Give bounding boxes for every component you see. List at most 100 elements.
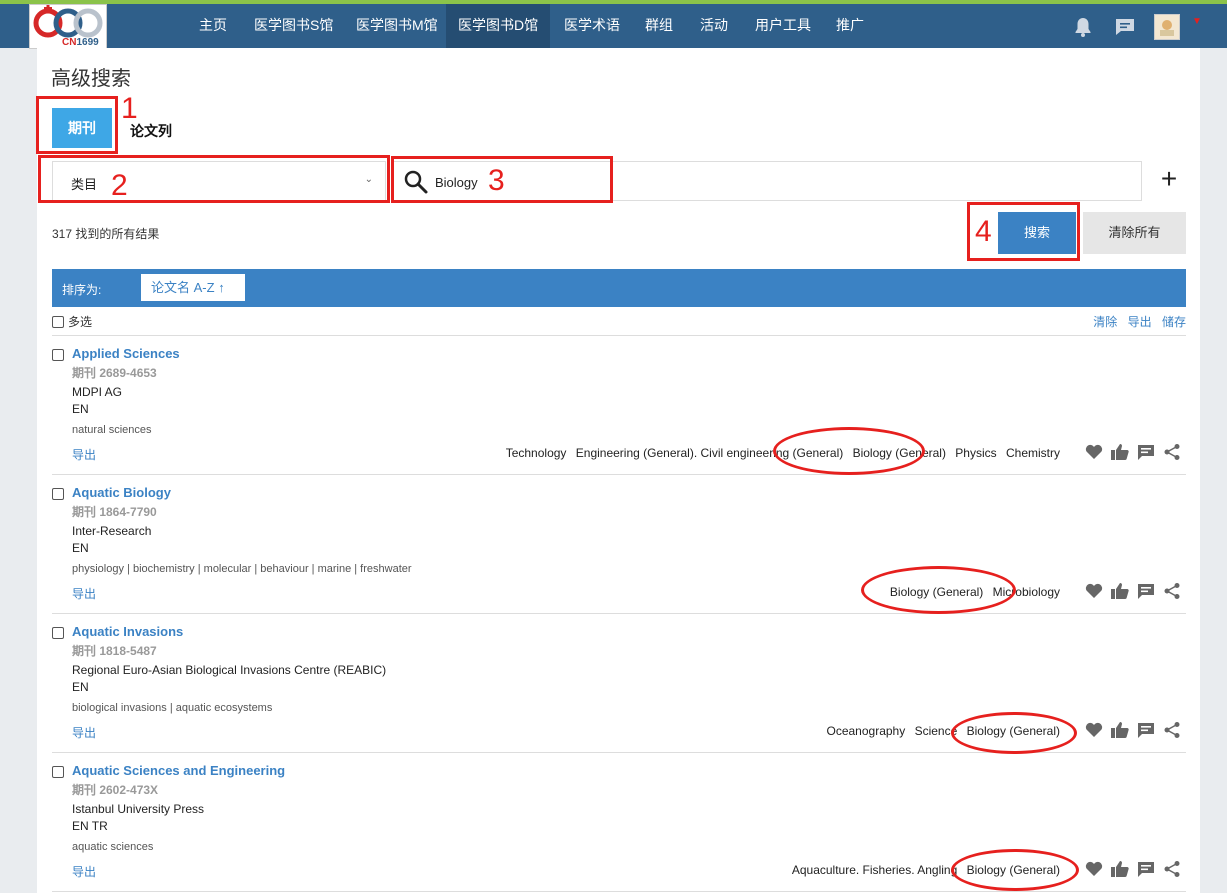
item-actions [1084, 859, 1182, 879]
add-field-button[interactable]: + [1156, 165, 1182, 194]
export-link[interactable]: 导出 [72, 724, 96, 741]
journal-title-link[interactable]: Applied Sciences [72, 346, 180, 361]
journal-publisher: Istanbul University Press [72, 802, 205, 816]
annotation-number-4: 4 [975, 215, 992, 248]
avatar-image-icon [1160, 20, 1174, 36]
nav-home[interactable]: 主页 [187, 4, 239, 48]
journal-issn: 期刊 2689-4653 [72, 366, 157, 380]
journal-issn: 期刊 1818-5487 [72, 644, 157, 658]
result-item: Applied Sciences 期刊 2689-4653 MDPI AG EN… [52, 342, 1186, 481]
divider [52, 891, 1186, 892]
item-actions [1084, 581, 1182, 601]
clear-all-button[interactable]: 清除所有 [1083, 212, 1186, 254]
subject-tag[interactable]: Aquaculture. Fisheries. Angling [792, 863, 957, 877]
sort-label: 排序为: [62, 283, 102, 297]
nav-library-d[interactable]: 医学图书D馆 [446, 4, 551, 48]
journal-language: EN TR [72, 819, 108, 833]
bulk-export-link[interactable]: 导出 [1128, 315, 1152, 329]
bulk-clear-link[interactable]: 清除 [1093, 315, 1117, 329]
chevron-down-icon[interactable]: ▼ [1192, 16, 1202, 27]
result-count: 317 找到的所有结果 [52, 227, 160, 241]
result-checkbox[interactable] [52, 349, 64, 361]
divider [52, 613, 1186, 614]
export-link[interactable]: 导出 [72, 863, 96, 880]
sort-option-label: 论文名 A-Z [151, 280, 215, 295]
journal-keywords: aquatic sciences [72, 841, 154, 853]
annotation-ellipse [861, 566, 1016, 614]
nav-library-m[interactable]: 医学图书M馆 [344, 4, 450, 48]
sort-title-button[interactable]: 论文名 A-Z ↑ [141, 274, 245, 301]
nav-promotion[interactable]: 推广 [824, 4, 876, 48]
nav-activities[interactable]: 活动 [688, 4, 740, 48]
heart-icon[interactable] [1084, 859, 1104, 879]
annotation-number-2: 2 [111, 169, 128, 202]
comment-icon[interactable] [1136, 859, 1156, 879]
item-actions [1084, 720, 1182, 740]
result-checkbox[interactable] [52, 488, 64, 500]
journal-title-link[interactable]: Aquatic Invasions [72, 624, 183, 639]
page-title: 高级搜索 [51, 68, 131, 90]
journal-language: EN [72, 541, 89, 555]
avatar[interactable] [1154, 14, 1180, 40]
comment-icon[interactable] [1136, 581, 1156, 601]
journal-keywords: biological invasions | aquatic ecosystem… [72, 702, 273, 714]
subject-tag[interactable]: Oceanography [827, 724, 906, 738]
nav-library-s[interactable]: 医学图书S馆 [242, 4, 345, 48]
share-icon[interactable] [1162, 720, 1182, 740]
journal-issn: 期刊 1864-7790 [72, 505, 157, 519]
annotation-box-1 [36, 96, 118, 154]
share-icon[interactable] [1162, 442, 1182, 462]
comment-icon[interactable] [1136, 720, 1156, 740]
annotation-ellipse [951, 712, 1077, 754]
nav-user-tools[interactable]: 用户工具 [743, 4, 823, 48]
journal-publisher: MDPI AG [72, 385, 123, 399]
nav-groups[interactable]: 群组 [633, 4, 685, 48]
nav-terminology[interactable]: 医学术语 [552, 4, 632, 48]
divider [52, 474, 1186, 475]
logo-rings-icon [33, 5, 103, 38]
share-icon[interactable] [1162, 581, 1182, 601]
result-item: Aquatic Biology 期刊 1864-7790 Inter-Resea… [52, 481, 1186, 620]
site-logo[interactable]: CN1699 [29, 4, 107, 49]
select-all[interactable]: 多选 [52, 313, 92, 330]
annotation-number-3: 3 [488, 164, 505, 197]
subject-tag[interactable]: Chemistry [1006, 446, 1060, 460]
journal-title-link[interactable]: Aquatic Biology [72, 485, 171, 500]
journal-keywords: physiology | biochemistry | molecular | … [72, 563, 412, 575]
annotation-number-1: 1 [121, 92, 138, 125]
arrow-up-icon: ↑ [218, 280, 225, 295]
top-navbar: CN1699 主页 医学图书S馆 医学图书M馆 医学图书D馆 医学术语 群组 活… [0, 4, 1227, 49]
divider [52, 335, 1186, 336]
subject-tag[interactable]: Technology [506, 446, 567, 460]
journal-title-link[interactable]: Aquatic Sciences and Engineering [72, 763, 285, 778]
journal-issn: 期刊 2602-473X [72, 783, 159, 797]
select-all-label: 多选 [68, 315, 93, 329]
heart-icon[interactable] [1084, 720, 1104, 740]
thumbs-up-icon[interactable] [1110, 581, 1130, 601]
bulk-save-link[interactable]: 储存 [1162, 315, 1186, 329]
heart-icon[interactable] [1084, 442, 1104, 462]
export-link[interactable]: 导出 [72, 585, 96, 602]
journal-keywords: natural sciences [72, 424, 152, 436]
comment-icon[interactable] [1136, 442, 1156, 462]
thumbs-up-icon[interactable] [1110, 442, 1130, 462]
subject-tag[interactable]: Physics [955, 446, 996, 460]
journal-language: EN [72, 680, 89, 694]
thumbs-up-icon[interactable] [1110, 859, 1130, 879]
heart-icon[interactable] [1084, 581, 1104, 601]
annotation-ellipse [951, 849, 1079, 891]
journal-publisher: Inter-Research [72, 524, 152, 538]
bulk-actions: 清除 导出 储存 [1086, 313, 1186, 330]
select-all-checkbox[interactable] [52, 315, 64, 328]
thumbs-up-icon[interactable] [1110, 720, 1130, 740]
item-actions [1084, 442, 1182, 462]
annotation-ellipse [773, 427, 925, 475]
journal-publisher: Regional Euro-Asian Biological Invasions… [72, 663, 387, 677]
result-checkbox[interactable] [52, 627, 64, 639]
journal-language: EN [72, 402, 89, 416]
annotation-box-2 [38, 155, 390, 203]
share-icon[interactable] [1162, 859, 1182, 879]
result-checkbox[interactable] [52, 766, 64, 778]
sort-bar: 排序为: 论文名 A-Z ↑ [52, 269, 1186, 307]
export-link[interactable]: 导出 [72, 446, 96, 463]
